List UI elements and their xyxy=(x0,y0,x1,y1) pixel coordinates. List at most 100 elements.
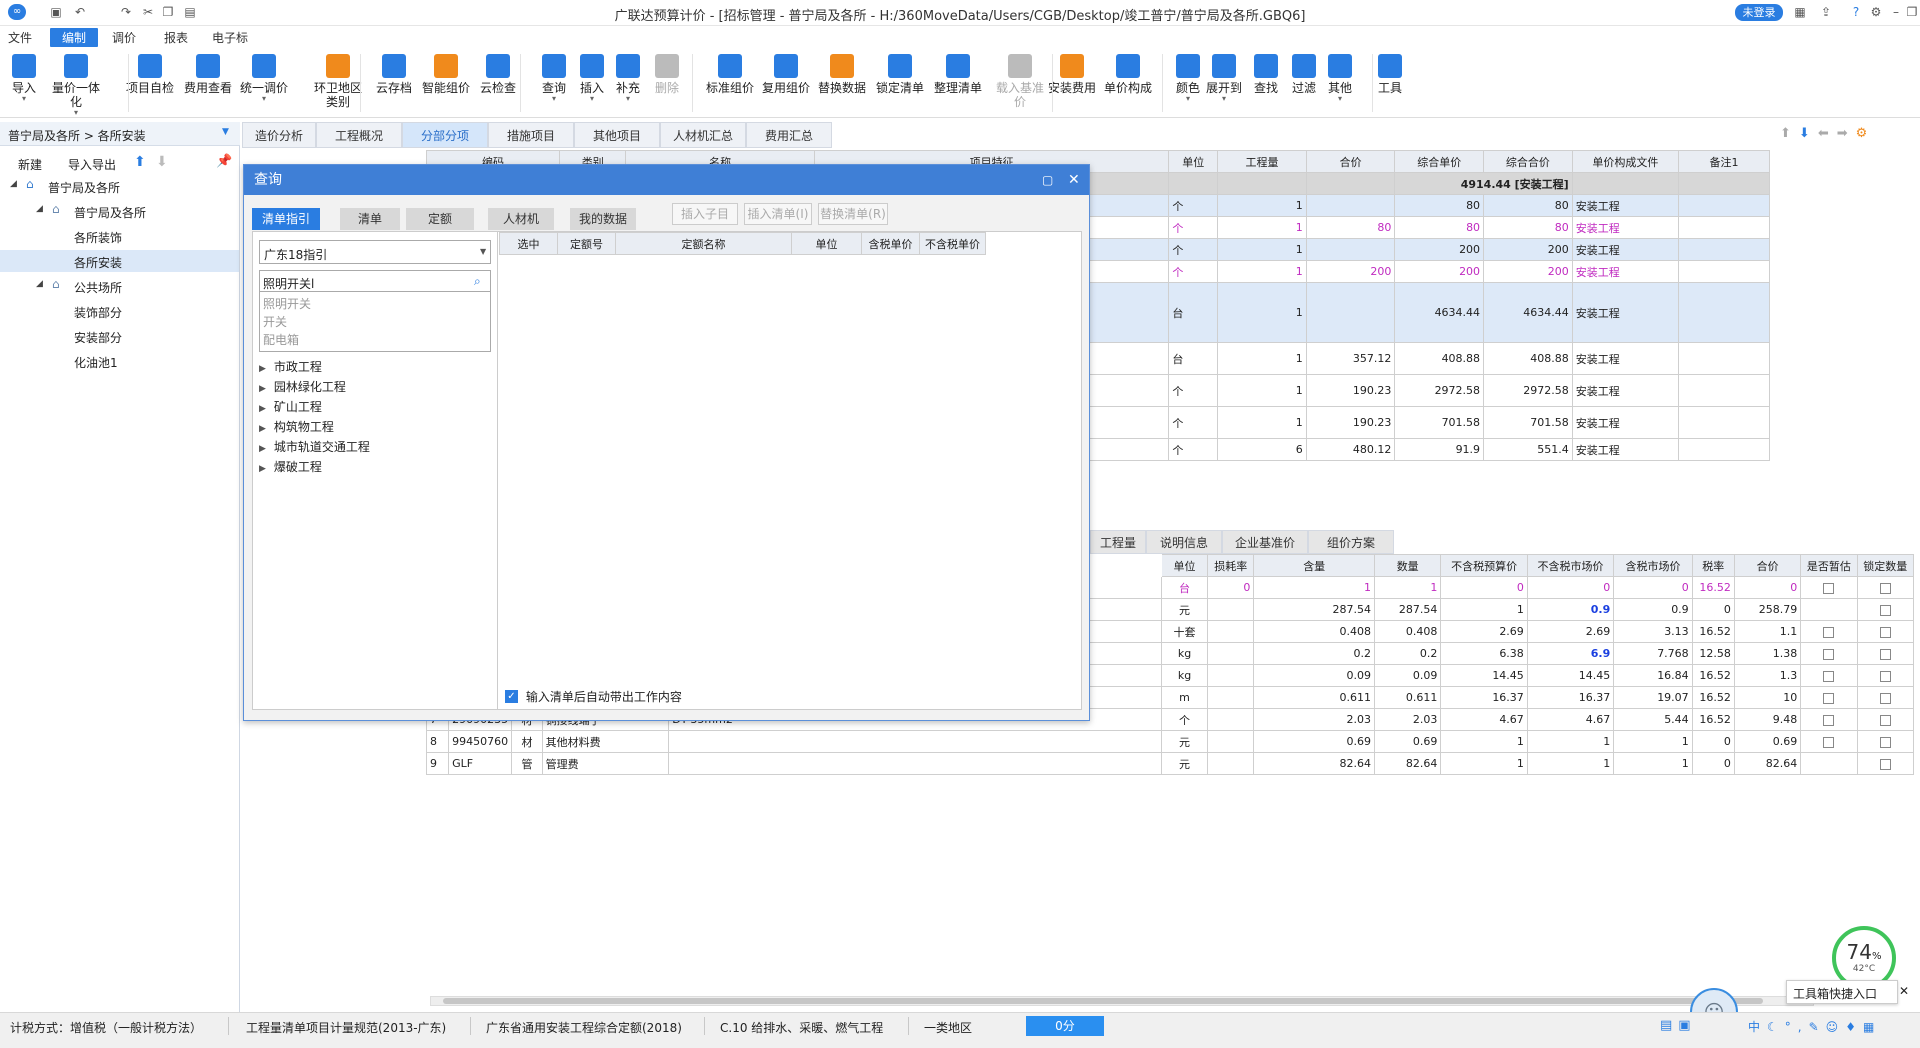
expand-icon[interactable]: ▶ xyxy=(259,364,266,374)
tab-1[interactable]: 工程概况 xyxy=(316,122,402,148)
column-header[interactable]: 单价构成文件 xyxy=(1571,150,1680,173)
ribbon-quantity-price-button[interactable]: 量价一体化 ▾ xyxy=(52,54,100,117)
checkbox[interactable] xyxy=(1879,758,1891,770)
checkbox[interactable] xyxy=(1823,670,1835,682)
column-header[interactable]: 含税市场价 xyxy=(1613,554,1693,577)
arrow-left-icon[interactable]: ⬅ xyxy=(1818,126,1837,141)
grid-icon[interactable]: ▦ xyxy=(1863,1020,1881,1034)
column-header[interactable]: 备注1 xyxy=(1678,150,1770,173)
help-icon[interactable]: ? xyxy=(1848,4,1864,20)
lock-cell[interactable] xyxy=(1856,752,1915,775)
ribbon-unify-price-button[interactable]: 统一调价 ▾ xyxy=(240,54,288,103)
tree-item[interactable]: ◢ ⌂ 普宁局及各所 xyxy=(0,200,239,222)
column-header[interactable]: 损耗率 xyxy=(1207,554,1255,577)
column-header[interactable]: 数量 xyxy=(1374,554,1442,577)
resource-row[interactable]: 8 99450760 材其他材料费元 0.69 0.69 1 1 1 0 0.69 xyxy=(425,730,1915,753)
menu-report[interactable]: 报表 xyxy=(164,29,188,46)
estimate-cell[interactable] xyxy=(1800,730,1858,753)
search-icon[interactable]: ⌕ xyxy=(474,274,481,289)
checkbox[interactable] xyxy=(1879,648,1891,660)
expand-icon[interactable]: ▶ xyxy=(259,384,266,394)
column-header[interactable]: 合价 xyxy=(1305,150,1396,173)
chevron-down-icon[interactable]: ▾ xyxy=(604,95,652,103)
ribbon-unit-price-button[interactable]: 单价构成 xyxy=(1104,54,1152,95)
lock-cell[interactable] xyxy=(1856,642,1915,665)
column-header[interactable]: 合价 xyxy=(1733,554,1802,577)
estimate-cell[interactable] xyxy=(1800,686,1858,709)
column-header[interactable]: 综合单价 xyxy=(1394,150,1485,173)
column-header[interactable]: 定额号 xyxy=(557,232,616,255)
dialog-tab-3[interactable]: 人材机 xyxy=(488,208,554,230)
move-up-icon[interactable]: ⬆ xyxy=(134,154,146,170)
wrench-icon[interactable]: ✎ xyxy=(1809,1020,1826,1034)
dialog-tab-1[interactable]: 清单 xyxy=(340,208,400,230)
arrow-up-icon[interactable]: ⬆ xyxy=(1780,126,1799,141)
checkbox[interactable] xyxy=(1823,714,1835,726)
ribbon-lock-list-button[interactable]: 锁定清单 xyxy=(876,54,924,95)
estimate-cell[interactable] xyxy=(1800,708,1858,731)
ribbon-project-check-button[interactable]: 项目自检 xyxy=(126,54,174,95)
expand-icon[interactable]: ◢ xyxy=(36,279,43,289)
column-header[interactable]: 不含税预算价 xyxy=(1440,554,1528,577)
arrow-right-icon[interactable]: ➡ xyxy=(1837,126,1856,141)
resource-row[interactable]: 9 GLF 管管理费元 82.64 82.64 1 1 1 0 82.64 xyxy=(425,752,1915,775)
suggestion-item[interactable]: 配电箱 xyxy=(263,331,299,348)
horizontal-scrollbar[interactable] xyxy=(430,996,1814,1006)
tab-3[interactable]: 措施项目 xyxy=(488,122,574,148)
upload-icon[interactable]: ⇪ xyxy=(1818,4,1834,20)
estimate-cell[interactable] xyxy=(1800,664,1858,687)
tab-6[interactable]: 费用汇总 xyxy=(746,122,832,148)
checkbox[interactable] xyxy=(1823,736,1835,748)
auto-fill-option[interactable]: ✓ 输入清单后自动带出工作内容 xyxy=(505,688,682,705)
chevron-down-icon[interactable]: ▾ xyxy=(240,95,288,103)
ribbon-smart-price-button[interactable]: 智能组价 xyxy=(422,54,470,95)
tab-5[interactable]: 人材机汇总 xyxy=(660,122,746,148)
guide-tree-item[interactable]: ▶ 矿山工程 xyxy=(259,398,322,415)
close-icon[interactable]: ✕ xyxy=(1899,984,1909,998)
ribbon-cloud-save-button[interactable]: 云存档 xyxy=(370,54,418,95)
chevron-down-icon[interactable]: ▾ xyxy=(0,95,48,103)
checkbox[interactable] xyxy=(1879,736,1891,748)
menu-file[interactable]: 文件 xyxy=(8,29,32,46)
tree-item[interactable]: 安装部分 xyxy=(0,325,239,347)
dialog-tab-4[interactable]: 我的数据 xyxy=(570,208,636,230)
checkbox[interactable] xyxy=(1823,648,1835,660)
ribbon-import-button[interactable]: 导入 ▾ xyxy=(0,54,48,103)
estimate-cell[interactable] xyxy=(1800,620,1858,643)
lock-cell[interactable] xyxy=(1856,598,1915,621)
maximize-icon[interactable]: ▢ xyxy=(1042,165,1053,195)
tree-item[interactable]: 各所装饰 xyxy=(0,225,239,247)
suggestion-item[interactable]: 开关 xyxy=(263,313,287,330)
ime-icon[interactable]: 中 xyxy=(1748,1020,1767,1034)
tree-item[interactable]: 装饰部分 xyxy=(0,300,239,322)
estimate-cell[interactable] xyxy=(1800,752,1858,775)
move-down-icon[interactable]: ⬇ xyxy=(156,154,168,170)
expand-icon[interactable]: ▶ xyxy=(259,444,266,454)
view-icon[interactable]: ▤ xyxy=(1660,1018,1678,1033)
chevron-down-icon[interactable]: ▾ xyxy=(1316,95,1364,103)
restore-icon[interactable]: ❐ xyxy=(1904,4,1920,20)
column-header[interactable]: 单位 xyxy=(1160,554,1209,577)
guide-tree-item[interactable]: ▶ 构筑物工程 xyxy=(259,418,334,435)
column-header[interactable]: 不含税单价 xyxy=(919,232,986,255)
column-header[interactable]: 综合合价 xyxy=(1483,150,1573,173)
search-box[interactable]: 照明开关l ⌕ xyxy=(259,270,491,292)
column-header[interactable]: 工程量 xyxy=(1217,150,1307,173)
layout-icon[interactable]: ▦ xyxy=(1792,4,1808,20)
lower-tab-2[interactable]: 企业基准价 xyxy=(1222,530,1308,554)
dialog-btn-2[interactable]: 替换清单(R) xyxy=(818,203,888,225)
column-header[interactable]: 是否暂估 xyxy=(1800,554,1858,577)
splitter[interactable] xyxy=(497,232,498,709)
tree-item[interactable]: 化油池1 xyxy=(0,350,239,372)
tab-0[interactable]: 造价分析 xyxy=(242,122,316,148)
guide-tree-item[interactable]: ▶ 城市轨道交通工程 xyxy=(259,438,370,455)
lock-cell[interactable] xyxy=(1856,576,1915,599)
chevron-down-icon[interactable]: ▾ xyxy=(1200,95,1248,103)
new-button[interactable]: 新建 xyxy=(18,156,42,173)
expand-icon[interactable]: ▶ xyxy=(259,464,266,474)
zoom-icon[interactable]: ▣ xyxy=(1678,1018,1696,1033)
column-header[interactable]: 含量 xyxy=(1253,554,1376,577)
emoji-icon[interactable]: ☺ xyxy=(1826,1020,1846,1034)
checkbox[interactable] xyxy=(1823,626,1835,638)
tree-item[interactable]: ◢ ⌂ 公共场所 xyxy=(0,275,239,297)
